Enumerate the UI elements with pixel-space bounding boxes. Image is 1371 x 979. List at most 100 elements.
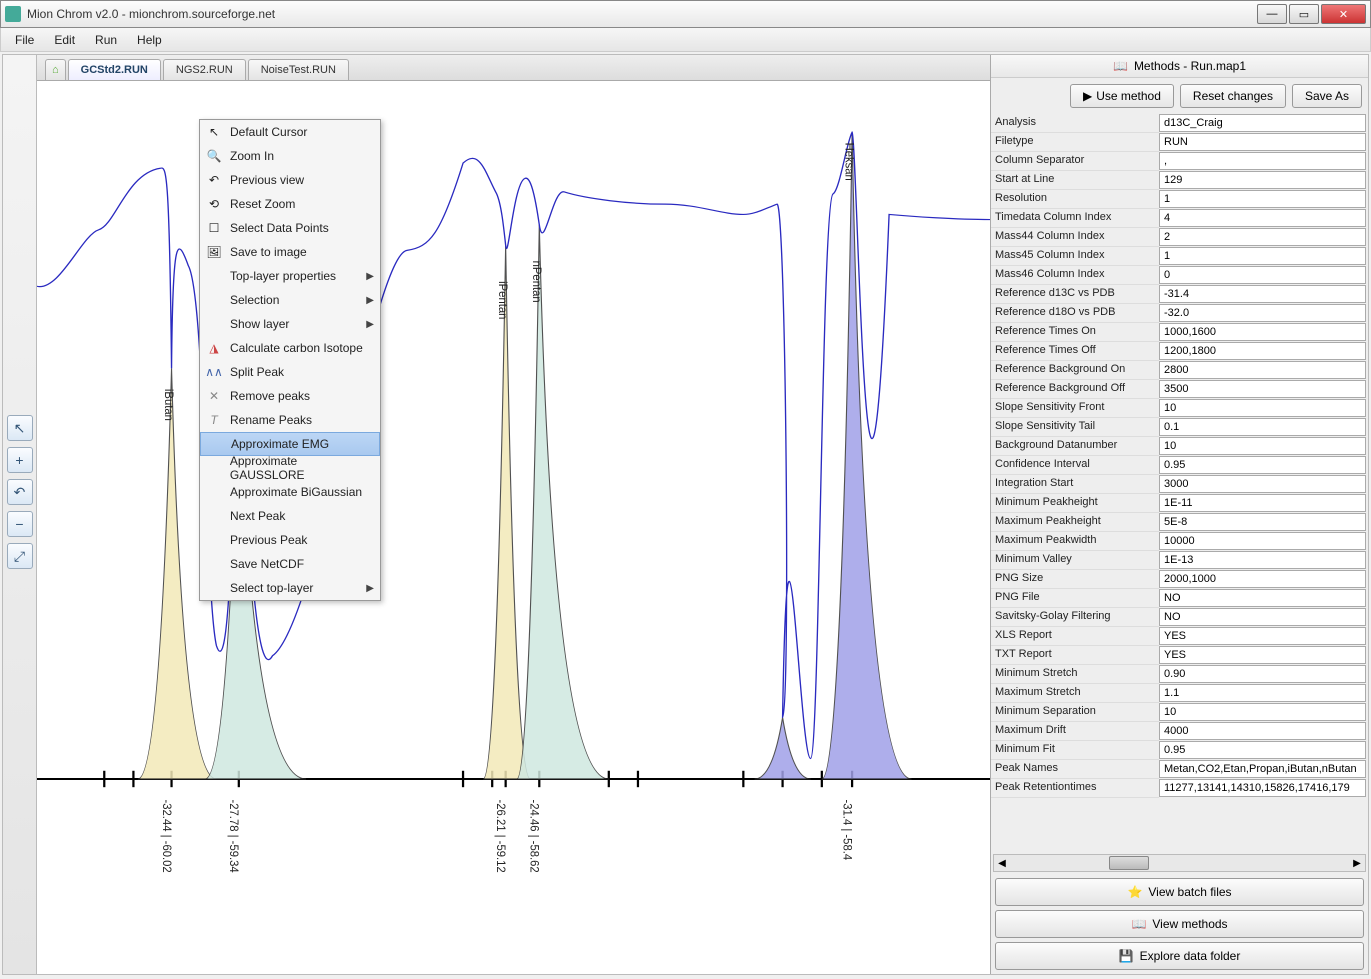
property-input[interactable] [1159,304,1366,322]
ctx-reset-zoom[interactable]: ⟲Reset Zoom [200,192,380,216]
ctx-select-data-points[interactable]: ☐Select Data Points [200,216,380,240]
property-input[interactable] [1159,475,1366,493]
ctx-approximate-emg[interactable]: Approximate EMG [200,432,380,456]
property-input[interactable] [1159,323,1366,341]
tab-gcstd2[interactable]: GCStd2.RUN [68,59,161,80]
property-row: Mass46 Column Index [991,266,1368,285]
ctx-show-layer[interactable]: Show layer▶ [200,312,380,336]
property-input[interactable] [1159,418,1366,436]
property-label: Start at Line [991,171,1159,190]
peak-value-3: -24.46 | -58.62 [528,800,543,873]
scroll-right-arrow-icon[interactable]: ▶ [1349,855,1365,871]
ctx-calculate-carbon-isotope[interactable]: ◮Calculate carbon Isotope [200,336,380,360]
property-input[interactable] [1159,399,1366,417]
ctx-save-netcdf[interactable]: Save NetCDF [200,552,380,576]
property-input[interactable] [1159,247,1366,265]
use-method-button[interactable]: ▶Use method [1070,84,1174,108]
property-row: Timedata Column Index [991,209,1368,228]
ctx-approximate-gausslore[interactable]: Approximate GAUSSLORE [200,456,380,480]
property-row: Mass44 Column Index [991,228,1368,247]
scroll-thumb[interactable] [1109,856,1149,870]
ctx-previous-peak[interactable]: Previous Peak [200,528,380,552]
property-input[interactable] [1159,665,1366,683]
property-row: XLS Report [991,627,1368,646]
property-input[interactable] [1159,741,1366,759]
property-input[interactable] [1159,342,1366,360]
property-input[interactable] [1159,646,1366,664]
property-input[interactable] [1159,456,1366,474]
property-input[interactable] [1159,551,1366,569]
property-row: Peak Names [991,760,1368,779]
menu-help[interactable]: Help [129,31,170,49]
ctx-save-to-image[interactable]: 🖼Save to image [200,240,380,264]
property-row: Integration Start [991,475,1368,494]
horizontal-scrollbar[interactable]: ◀ ▶ [993,854,1366,872]
view-methods-button[interactable]: 📖View methods [995,910,1364,938]
property-input[interactable] [1159,627,1366,645]
property-input[interactable] [1159,209,1366,227]
property-label: Mass45 Column Index [991,247,1159,266]
ctx-rename-peaks[interactable]: TRename Peaks [200,408,380,432]
menu-edit[interactable]: Edit [46,31,83,49]
ctx-previous-view[interactable]: ↶Previous view [200,168,380,192]
menu-run[interactable]: Run [87,31,125,49]
chromatogram-plot[interactable]: iButan iPentan nPentan Heksan -32.44 | -… [37,81,990,974]
property-input[interactable] [1159,532,1366,550]
property-input[interactable] [1159,608,1366,626]
property-input[interactable] [1159,437,1366,455]
property-row: Confidence Interval [991,456,1368,475]
tab-home[interactable]: ⌂ [45,59,66,80]
tab-ngs2[interactable]: NGS2.RUN [163,59,246,80]
property-input[interactable] [1159,152,1366,170]
property-input[interactable] [1159,114,1366,132]
property-input[interactable] [1159,494,1366,512]
cursor-tool-button[interactable]: ↖ [7,415,33,441]
property-input[interactable] [1159,760,1366,778]
context-menu: ↖Default Cursor 🔍Zoom In ↶Previous view … [199,119,381,601]
maximize-button[interactable]: ▭ [1289,4,1319,24]
close-button[interactable]: ✕ [1321,4,1366,24]
property-label: Maximum Peakwidth [991,532,1159,551]
property-input[interactable] [1159,570,1366,588]
property-input[interactable] [1159,703,1366,721]
property-label: XLS Report [991,627,1159,646]
minimize-button[interactable]: — [1257,4,1287,24]
property-input[interactable] [1159,589,1366,607]
ctx-zoom-in[interactable]: 🔍Zoom In [200,144,380,168]
property-input[interactable] [1159,133,1366,151]
tab-noisetest[interactable]: NoiseTest.RUN [248,59,349,80]
view-batch-files-button[interactable]: ⭐View batch files [995,878,1364,906]
property-row: Slope Sensitivity Tail [991,418,1368,437]
chevron-right-icon: ▶ [366,295,374,306]
ctx-split-peak[interactable]: ∧∧Split Peak [200,360,380,384]
property-input[interactable] [1159,779,1366,797]
ctx-selection[interactable]: Selection▶ [200,288,380,312]
explore-data-folder-button[interactable]: 💾Explore data folder [995,942,1364,970]
property-input[interactable] [1159,722,1366,740]
property-input[interactable] [1159,361,1366,379]
property-input[interactable] [1159,190,1366,208]
ctx-select-top-layer[interactable]: Select top-layer▶ [200,576,380,600]
property-input[interactable] [1159,285,1366,303]
reset-changes-button[interactable]: Reset changes [1180,84,1286,108]
scroll-left-arrow-icon[interactable]: ◀ [994,855,1010,871]
ctx-approximate-bigaussian[interactable]: Approximate BiGaussian [200,480,380,504]
property-input[interactable] [1159,171,1366,189]
zoom-in-tool-button[interactable]: + [7,447,33,473]
property-input[interactable] [1159,266,1366,284]
menu-file[interactable]: File [7,31,42,49]
property-label: Slope Sensitivity Tail [991,418,1159,437]
save-as-button[interactable]: Save As [1292,84,1362,108]
property-input[interactable] [1159,380,1366,398]
property-label: Reference Background Off [991,380,1159,399]
property-input[interactable] [1159,228,1366,246]
zoom-fit-tool-button[interactable]: ⤢ [7,543,33,569]
ctx-top-layer-properties[interactable]: Top-layer properties▶ [200,264,380,288]
property-input[interactable] [1159,684,1366,702]
property-input[interactable] [1159,513,1366,531]
zoom-out-tool-button[interactable]: − [7,511,33,537]
ctx-next-peak[interactable]: Next Peak [200,504,380,528]
ctx-remove-peaks[interactable]: ✕Remove peaks [200,384,380,408]
zoom-back-tool-button[interactable]: ↶ [7,479,33,505]
ctx-default-cursor[interactable]: ↖Default Cursor [200,120,380,144]
